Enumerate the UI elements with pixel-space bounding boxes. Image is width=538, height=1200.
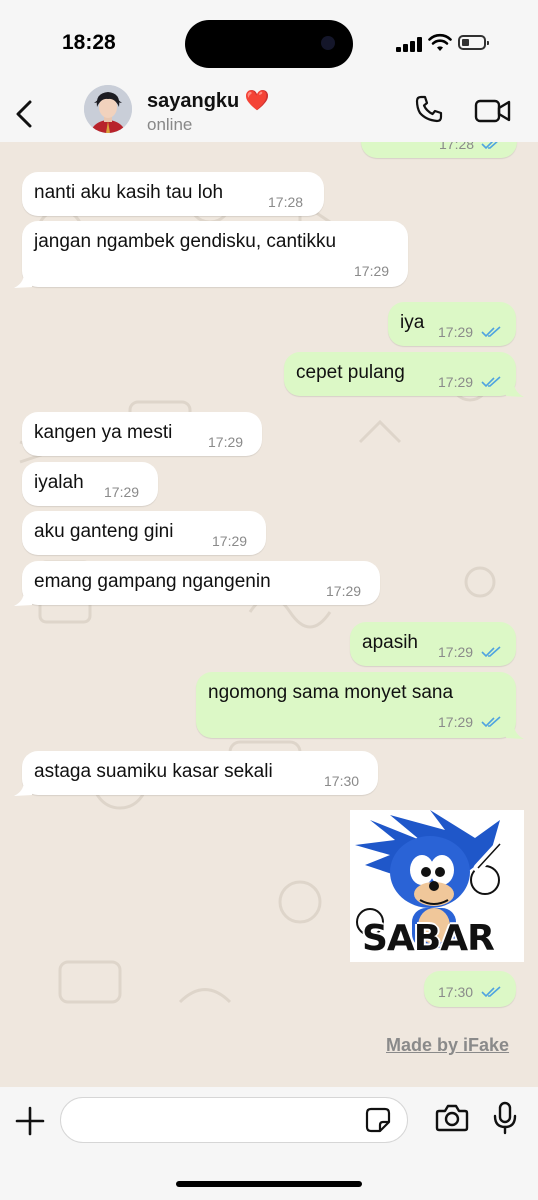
message-time: 17:29 bbox=[208, 434, 244, 450]
avatar[interactable] bbox=[84, 85, 132, 133]
read-ticks-icon bbox=[481, 326, 501, 338]
dynamic-island bbox=[185, 20, 353, 68]
message-time: 17:28 bbox=[268, 194, 304, 210]
sticker-icon[interactable] bbox=[365, 1107, 391, 1133]
message-time: 17:28 bbox=[439, 142, 475, 152]
bubble-tail bbox=[14, 591, 32, 606]
bubble-tail bbox=[14, 273, 32, 288]
contact-name[interactable]: sayangku ❤️ bbox=[147, 88, 270, 113]
message-outgoing[interactable]: iya 17:29 bbox=[388, 302, 516, 346]
message-incoming[interactable]: kangen ya mesti 17:29 bbox=[22, 412, 262, 456]
message-outgoing[interactable]: 17:30 bbox=[424, 971, 516, 1007]
sticker-image[interactable]: SABAR bbox=[350, 810, 524, 962]
message-text: iyalah bbox=[34, 472, 84, 493]
message-time: 17:29 bbox=[438, 324, 474, 340]
message-time: 17:30 bbox=[324, 773, 360, 789]
message-text: kangen ya mesti bbox=[34, 422, 173, 443]
status-bar: 18:28 bbox=[0, 0, 538, 90]
read-ticks-icon bbox=[481, 376, 501, 388]
phone-call-icon[interactable] bbox=[414, 94, 444, 124]
status-time: 18:28 bbox=[62, 31, 116, 54]
back-chevron-icon[interactable] bbox=[10, 94, 40, 134]
video-call-icon[interactable] bbox=[474, 98, 512, 124]
camera-icon[interactable] bbox=[435, 1103, 469, 1133]
read-ticks-icon bbox=[481, 646, 501, 658]
battery-icon bbox=[458, 35, 489, 50]
message-time: 17:29 bbox=[438, 374, 474, 390]
sticker-caption: SABAR bbox=[362, 918, 495, 959]
chat-header: sayangku ❤️ online bbox=[0, 85, 538, 142]
message-time: 17:29 bbox=[438, 644, 474, 660]
message-incoming[interactable]: jangan ngambek gendisku, cantikku 17:29 bbox=[22, 221, 408, 287]
wifi-icon bbox=[428, 33, 452, 51]
message-incoming[interactable]: aku ganteng gini 17:29 bbox=[22, 511, 266, 555]
message-time: 17:29 bbox=[212, 533, 248, 549]
bubble-tail bbox=[506, 382, 524, 397]
message-incoming[interactable]: iyalah 17:29 bbox=[22, 462, 158, 506]
read-ticks-icon bbox=[481, 716, 501, 728]
bubble-tail bbox=[14, 781, 32, 796]
plus-icon[interactable] bbox=[14, 1105, 46, 1137]
message-text: emang gampang ngangenin bbox=[34, 571, 271, 592]
contact-status: online bbox=[147, 115, 193, 134]
message-text: aku ganteng gini bbox=[34, 521, 174, 542]
signal-icon bbox=[396, 36, 424, 52]
message-time: 17:29 bbox=[438, 714, 474, 730]
message-text: astaga suamiku kasar sekali bbox=[34, 761, 273, 782]
message-text: ngomong sama monyet sana bbox=[208, 682, 454, 703]
message-incoming[interactable]: astaga suamiku kasar sekali 17:30 bbox=[22, 751, 378, 795]
message-text: apasih bbox=[362, 632, 418, 653]
bubble-tail bbox=[506, 724, 524, 739]
message-incoming[interactable]: nanti aku kasih tau loh 17:28 bbox=[22, 172, 324, 216]
message-text: nanti aku kasih tau loh bbox=[34, 182, 224, 203]
message-time: 17:29 bbox=[354, 263, 390, 279]
message-outgoing[interactable]: cepet pulang 17:29 bbox=[284, 352, 516, 396]
message-text: jangan ngambek gendisku, cantikku bbox=[34, 231, 337, 252]
message-incoming[interactable]: emang gampang ngangenin 17:29 bbox=[22, 561, 380, 605]
read-ticks-icon bbox=[481, 142, 498, 150]
home-indicator bbox=[176, 1181, 362, 1187]
message-outgoing[interactable]: 17:28 bbox=[361, 142, 517, 158]
message-time: 17:29 bbox=[326, 583, 362, 599]
composer-bar bbox=[0, 1087, 538, 1200]
read-ticks-icon bbox=[481, 986, 501, 998]
message-outgoing[interactable]: ngomong sama monyet sana 17:29 bbox=[196, 672, 516, 738]
microphone-icon[interactable] bbox=[492, 1101, 518, 1135]
message-text: iya bbox=[400, 312, 425, 333]
message-outgoing[interactable]: apasih 17:29 bbox=[350, 622, 516, 666]
message-text: cepet pulang bbox=[296, 362, 405, 383]
message-input[interactable] bbox=[60, 1097, 408, 1143]
chat-area[interactable]: 17:28 nanti aku kasih tau loh 17:28 jang… bbox=[0, 142, 538, 1087]
message-time: 17:30 bbox=[438, 984, 474, 1000]
watermark: Made by iFake bbox=[386, 1035, 510, 1055]
message-time: 17:29 bbox=[104, 484, 140, 500]
